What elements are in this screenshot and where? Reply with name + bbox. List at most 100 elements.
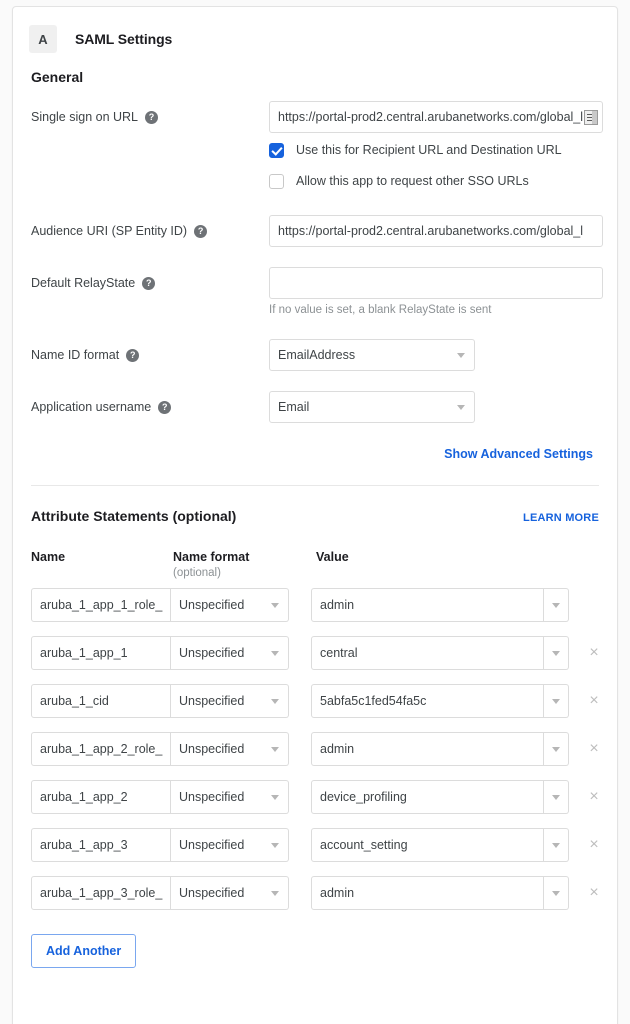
application-username-value: Email (278, 400, 309, 414)
field-row-name-id-format: Name ID format ? EmailAddress (31, 339, 599, 371)
attribute-value-input[interactable]: central (311, 636, 544, 670)
attribute-name-value: aruba_1_app_3_role_ (40, 886, 162, 900)
attribute-column-headers: Name Name format (optional) Value (31, 550, 599, 579)
attribute-value-input[interactable]: admin (311, 588, 544, 622)
attribute-name-format-select[interactable]: Unspecified (171, 876, 289, 910)
attribute-name-value: aruba_1_app_1_role_ (40, 598, 162, 612)
control-default-relaystate: If no value is set, a blank RelayState i… (269, 267, 599, 317)
table-row: aruba_1_app_2Unspecified device_profiling… (31, 780, 599, 814)
application-username-select[interactable]: Email (269, 391, 475, 423)
attribute-name-format-select[interactable]: Unspecified (171, 828, 289, 862)
attribute-value-dropdown-button[interactable] (544, 684, 569, 718)
attribute-name-input[interactable]: aruba_1_app_2 (31, 780, 171, 814)
audience-uri-input-value: https://portal-prod2.central.arubanetwor… (278, 224, 594, 238)
attribute-name-value: aruba_1_app_2_role_ (40, 742, 162, 756)
help-icon[interactable]: ? (126, 349, 139, 362)
attribute-name-format-select[interactable]: Unspecified (171, 780, 289, 814)
attribute-name-format-select[interactable]: Unspecified (171, 636, 289, 670)
attribute-value-dropdown-button[interactable] (544, 636, 569, 670)
attribute-value-input[interactable]: device_profiling (311, 780, 544, 814)
column-header-name: Name (31, 550, 173, 579)
help-icon[interactable]: ? (158, 401, 171, 414)
attribute-name-input[interactable]: aruba_1_app_1 (31, 636, 171, 670)
name-id-format-value: EmailAddress (278, 348, 355, 362)
attribute-name-input[interactable]: aruba_1_app_1_role_ (31, 588, 171, 622)
checkbox-row-recipient[interactable]: Use this for Recipient URL and Destinati… (269, 136, 599, 164)
attribute-name-format-value: Unspecified (179, 598, 244, 612)
attribute-name-input[interactable]: aruba_1_app_3 (31, 828, 171, 862)
label-name-id-format-text: Name ID format (31, 347, 119, 363)
table-row: aruba_1_app_2_role_Unspecifiedadmin× (31, 732, 599, 766)
attribute-value-dropdown-button[interactable] (544, 732, 569, 766)
attribute-value-dropdown-button[interactable] (544, 588, 569, 622)
table-row: aruba_1_cidUnspecified5abfa5c1fed54fa5c× (31, 684, 599, 718)
remove-attribute-button[interactable]: × (577, 780, 611, 814)
column-header-name-format: Name format (optional) (173, 550, 316, 579)
attribute-value-input[interactable]: account_setting (311, 828, 544, 862)
attribute-value-text: device_profiling (320, 790, 407, 804)
remove-attribute-button[interactable]: × (577, 636, 611, 670)
remove-attribute-button[interactable]: × (577, 828, 611, 862)
name-id-format-select[interactable]: EmailAddress (269, 339, 475, 371)
control-name-id-format: EmailAddress (269, 339, 599, 371)
attribute-name-format-value: Unspecified (179, 838, 244, 852)
attribute-name-value: aruba_1_app_1 (40, 646, 128, 660)
help-icon[interactable]: ? (194, 225, 207, 238)
remove-attribute-button[interactable]: × (577, 876, 611, 910)
sso-url-input[interactable]: https://portal-prod2.central.arubanetwor… (269, 101, 603, 133)
attribute-name-format-select[interactable]: Unspecified (171, 732, 289, 766)
attribute-value-dropdown-button[interactable] (544, 780, 569, 814)
attribute-value-input[interactable]: 5abfa5c1fed54fa5c (311, 684, 544, 718)
attribute-name-format-select[interactable]: Unspecified (171, 588, 289, 622)
allow-other-sso-checkbox[interactable] (269, 174, 284, 189)
attribute-name-input[interactable]: aruba_1_app_2_role_ (31, 732, 171, 766)
chevron-down-icon (552, 699, 560, 704)
control-audience-uri: https://portal-prod2.central.arubanetwor… (269, 215, 599, 247)
attribute-value-input[interactable]: admin (311, 876, 544, 910)
attribute-value-text: central (320, 646, 358, 660)
label-sso-url: Single sign on URL ? (31, 101, 269, 125)
use-for-recipient-checkbox[interactable] (269, 143, 284, 158)
label-default-relaystate: Default RelayState ? (31, 267, 269, 291)
chevron-down-icon (271, 603, 279, 608)
learn-more-link[interactable]: LEARN MORE (523, 512, 599, 524)
chevron-down-icon (552, 747, 560, 752)
chevron-down-icon (552, 651, 560, 656)
attribute-statements-title: Attribute Statements (optional) (31, 508, 236, 524)
attribute-statements-header: Attribute Statements (optional) LEARN MO… (31, 508, 599, 524)
label-default-relaystate-text: Default RelayState (31, 275, 135, 291)
attribute-value-dropdown-button[interactable] (544, 828, 569, 862)
field-row-default-relaystate: Default RelayState ? If no value is set,… (31, 267, 599, 317)
checkbox-row-other-sso[interactable]: Allow this app to request other SSO URLs (269, 167, 599, 195)
chevron-down-icon (552, 891, 560, 896)
table-row: aruba_1_app_1_role_Unspecifiedadmin× (31, 588, 599, 622)
sso-url-input-value: https://portal-prod2.central.arubanetwor… (278, 110, 594, 124)
chevron-down-icon (457, 405, 465, 410)
attribute-statements-section: Attribute Statements (optional) LEARN MO… (13, 486, 617, 968)
attribute-name-input[interactable]: aruba_1_app_3_role_ (31, 876, 171, 910)
label-application-username: Application username ? (31, 391, 269, 415)
attribute-name-format-value: Unspecified (179, 742, 244, 756)
default-relaystate-input[interactable] (269, 267, 603, 299)
attribute-value-input[interactable]: admin (311, 732, 544, 766)
chevron-down-icon (271, 843, 279, 848)
column-header-value: Value (316, 550, 599, 579)
attribute-value-dropdown-button[interactable] (544, 876, 569, 910)
help-icon[interactable]: ? (145, 111, 158, 124)
remove-attribute-button[interactable]: × (577, 684, 611, 718)
general-section: General Single sign on URL ? https://por… (13, 55, 617, 463)
general-heading: General (31, 69, 599, 85)
attribute-value-text: account_setting (320, 838, 408, 852)
add-another-button[interactable]: Add Another (31, 934, 136, 968)
audience-uri-input[interactable]: https://portal-prod2.central.arubanetwor… (269, 215, 603, 247)
label-name-id-format: Name ID format ? (31, 339, 269, 363)
show-advanced-settings-link[interactable]: Show Advanced Settings (444, 447, 593, 461)
saml-settings-card: A SAML Settings General Single sign on U… (12, 6, 618, 1024)
column-header-name-format-text: Name format (173, 550, 316, 564)
column-header-name-format-sub: (optional) (173, 567, 316, 579)
remove-attribute-button[interactable]: × (577, 732, 611, 766)
attribute-name-format-select[interactable]: Unspecified (171, 684, 289, 718)
attribute-name-input[interactable]: aruba_1_cid (31, 684, 171, 718)
chevron-down-icon (271, 795, 279, 800)
help-icon[interactable]: ? (142, 277, 155, 290)
